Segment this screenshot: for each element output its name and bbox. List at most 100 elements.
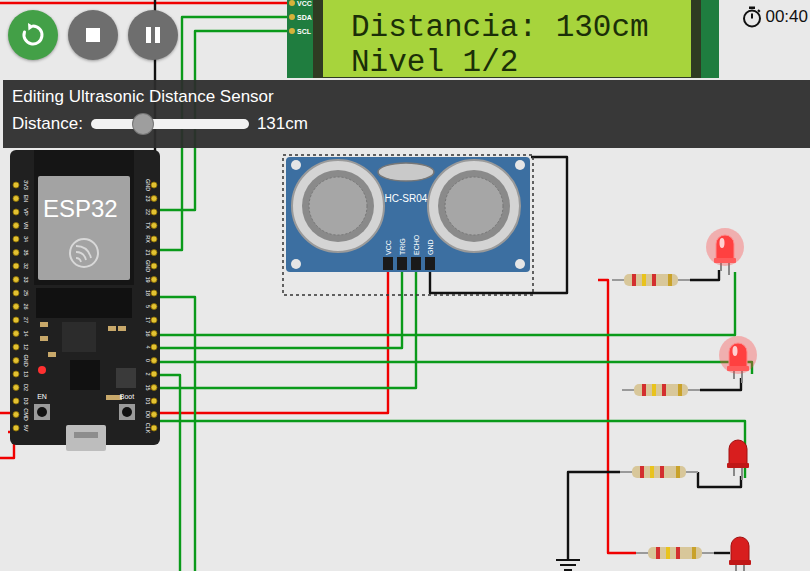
sensor-pin[interactable] <box>383 257 393 270</box>
wire[interactable] <box>160 362 752 374</box>
esp32-pin[interactable] <box>13 223 19 229</box>
esp32-pin[interactable] <box>13 398 19 404</box>
esp32-pin[interactable] <box>13 358 19 364</box>
esp32-board[interactable]: ESP323V3ENVPVN343532332526271412GND13D2D… <box>10 150 160 451</box>
pin-label: D0 <box>145 411 151 418</box>
resistor[interactable] <box>636 547 714 559</box>
stop-icon <box>80 22 106 48</box>
esp32-pin[interactable] <box>13 196 19 202</box>
pin-label: 34 <box>23 236 29 242</box>
esp32-pin[interactable] <box>13 344 19 350</box>
sensor-edit-panel: Editing Ultrasonic Distance Sensor Dista… <box>3 80 810 148</box>
pin-label: ECHO <box>413 234 420 255</box>
esp32-pin[interactable] <box>13 304 19 310</box>
led[interactable] <box>729 537 751 571</box>
board-button[interactable] <box>119 404 135 420</box>
led[interactable] <box>719 336 757 383</box>
pin-label: GND <box>145 260 151 272</box>
sensor-pin[interactable] <box>397 257 407 270</box>
chip-label: ESP32 <box>43 195 118 222</box>
pause-button[interactable] <box>128 10 178 60</box>
lcd-display[interactable]: Distancia: 130cmNivel 1/2VCCSDASCL <box>287 0 719 80</box>
pin-label: TRIG <box>399 238 406 255</box>
pause-icon <box>140 22 166 48</box>
wire[interactable] <box>160 270 402 348</box>
led-body[interactable] <box>731 537 749 561</box>
wire[interactable] <box>598 280 636 553</box>
sensor-label: HC-SR04 <box>385 193 428 204</box>
lcd-pin[interactable] <box>289 14 295 20</box>
resistor[interactable] <box>622 384 700 396</box>
pin-label: TX <box>145 222 151 229</box>
wire[interactable] <box>160 375 180 571</box>
esp32-pin[interactable] <box>13 412 19 418</box>
pin-label: 5V <box>23 425 29 432</box>
pin-label: EN <box>23 195 29 203</box>
resistor[interactable] <box>612 274 690 286</box>
wire[interactable] <box>700 378 741 390</box>
lcd-pin[interactable] <box>289 28 295 34</box>
lcd-pin[interactable] <box>289 0 295 6</box>
led-body[interactable] <box>729 440 747 464</box>
esp32-pin[interactable] <box>13 385 19 391</box>
led-body[interactable] <box>716 235 734 259</box>
transducer <box>292 160 384 252</box>
esp32-pin[interactable] <box>13 290 19 296</box>
lcd-line: Distancia: 130cm <box>351 10 649 45</box>
pin-label: 25 <box>23 290 29 296</box>
esp32-pin[interactable] <box>13 250 19 256</box>
esp32-pin[interactable] <box>13 209 19 215</box>
esp32-pin[interactable] <box>13 425 19 431</box>
pin-label: VCC <box>385 240 392 255</box>
esp32-pin[interactable] <box>13 263 19 269</box>
pin-label: VCC <box>297 0 312 7</box>
wire[interactable] <box>160 272 735 335</box>
sensor-pin[interactable] <box>425 257 435 270</box>
espressif-logo-icon <box>70 239 98 267</box>
pin-label: 15 <box>145 384 151 390</box>
stop-button[interactable] <box>68 10 118 60</box>
pin-label: CMD <box>23 408 29 421</box>
led[interactable] <box>706 228 744 275</box>
esp32-pin[interactable] <box>13 182 19 188</box>
esp32-pin[interactable] <box>13 331 19 337</box>
slider-thumb[interactable] <box>133 114 153 134</box>
pin-label: 27 <box>23 317 29 323</box>
transducer <box>428 160 520 252</box>
pin-label: 17 <box>145 317 151 323</box>
pin-label: 16 <box>145 330 151 336</box>
resistor[interactable] <box>620 466 698 478</box>
distance-slider[interactable] <box>91 119 249 129</box>
led[interactable] <box>727 440 749 480</box>
pin-label: 22 <box>145 209 151 215</box>
esp32-pin[interactable] <box>13 317 19 323</box>
esp32-pin[interactable] <box>13 277 19 283</box>
sensor-pin[interactable] <box>411 257 421 270</box>
wire[interactable] <box>160 270 416 388</box>
wire[interactable] <box>160 297 195 571</box>
led-glow <box>719 336 757 374</box>
wire[interactable] <box>160 421 745 478</box>
usb-port <box>66 425 106 451</box>
pin-label: 32 <box>23 263 29 269</box>
wire[interactable] <box>714 552 730 554</box>
esp32-pin[interactable] <box>13 371 19 377</box>
pin-label: 3V3 <box>23 180 29 190</box>
ultrasonic-sensor[interactable]: HC-SR04VCCTRIGECHOGND <box>283 155 533 295</box>
wire[interactable] <box>568 472 620 560</box>
button-label: EN <box>37 393 47 400</box>
panel-title: Editing Ultrasonic Distance Sensor <box>12 86 801 107</box>
wire[interactable] <box>0 2 290 4</box>
wire[interactable] <box>690 270 719 280</box>
led-body[interactable] <box>729 343 747 367</box>
pin-label: SCL <box>297 28 312 35</box>
pin-label: 23 <box>145 195 151 201</box>
simulation-canvas[interactable]: Distancia: 130cmNivel 1/2VCCSDASCL ESP32 3… <box>0 0 810 571</box>
pin-label: VP <box>23 208 29 216</box>
restart-button[interactable] <box>8 10 58 60</box>
esp32-pin[interactable] <box>13 236 19 242</box>
pin-label: 2 <box>145 372 151 375</box>
pin-label: GND <box>145 179 151 191</box>
pin-label: 14 <box>23 330 29 336</box>
board-button[interactable] <box>34 404 50 420</box>
